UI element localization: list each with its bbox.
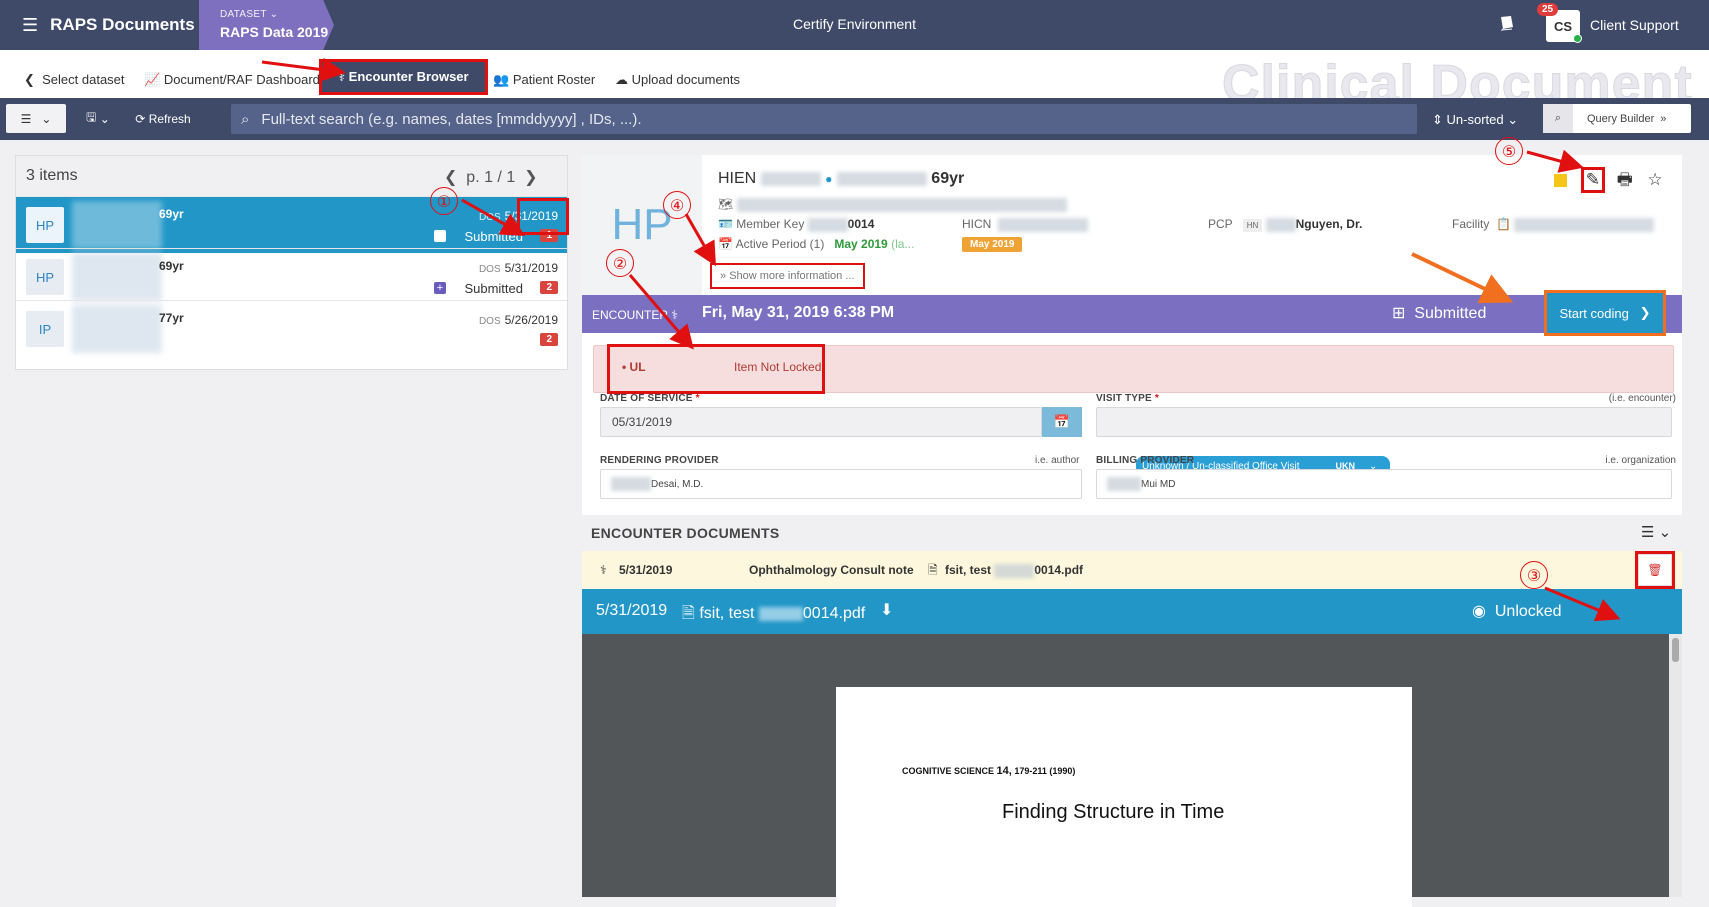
arrow-1 [461, 198, 526, 236]
arrow-5 [1526, 149, 1584, 173]
arrow-to-encounter-browser [261, 57, 346, 82]
annotation-arrows [261, 57, 1621, 622]
arrow-to-start-coding [1411, 252, 1514, 304]
arrow-4 [684, 213, 716, 267]
arrow-2 [628, 274, 694, 350]
arrow-3 [1544, 586, 1621, 622]
